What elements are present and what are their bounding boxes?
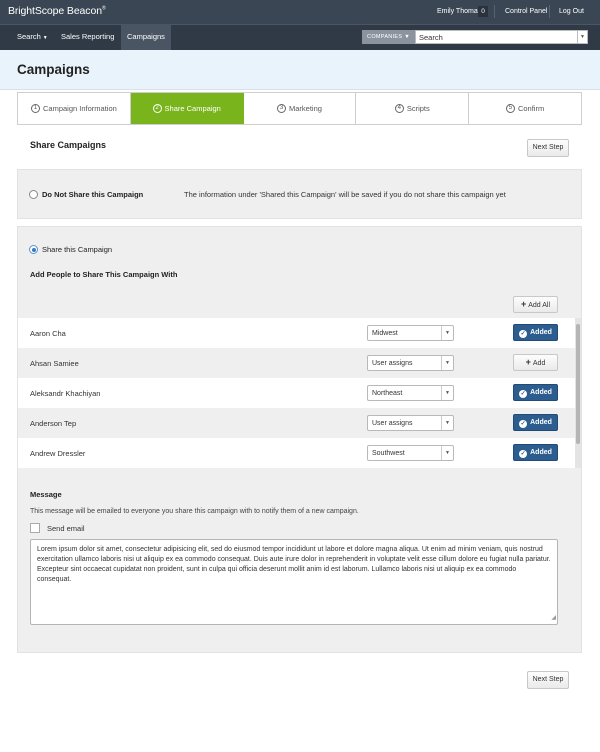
step-share-campaign[interactable]: 2 Share Campaign — [130, 93, 244, 124]
chevron-down-icon: ▼ — [441, 416, 453, 430]
message-title: Message — [30, 490, 62, 499]
search-box: ▼ — [415, 30, 588, 44]
page-header: Campaigns — [0, 50, 600, 90]
check-icon: ✓ — [519, 330, 528, 338]
message-description: This message will be emailed to everyone… — [30, 508, 359, 515]
control-panel-link[interactable]: Control Panel — [505, 8, 547, 15]
region-select[interactable]: Midwest ▼ — [367, 325, 454, 341]
people-list: Aaron Cha Midwest ▼ ✓ Added Ahsan Samiee U… — [18, 318, 575, 468]
search-input[interactable] — [419, 31, 574, 43]
send-email-label: Send email — [47, 524, 85, 533]
chevron-down-icon: ▼ — [441, 446, 453, 460]
log-out-link[interactable]: Log Out — [559, 8, 584, 15]
next-step-button[interactable]: Next Step — [527, 671, 569, 689]
nav-search[interactable]: Search ▼ — [11, 25, 54, 50]
step-number: 1 — [31, 104, 40, 113]
person-name: Aleksandr Khachiyan — [30, 389, 101, 398]
page-title: Campaigns — [17, 62, 90, 77]
step-marketing[interactable]: 3 Marketing — [244, 93, 357, 124]
message-textarea[interactable]: Lorem ipsum dolor sit amet, consectetur … — [30, 539, 558, 625]
add-button[interactable]: + Add — [513, 354, 558, 371]
section-title: Share Campaigns — [30, 140, 107, 150]
resize-handle-icon[interactable]: ◢ — [551, 613, 556, 623]
person-name: Andrew Dressler — [30, 449, 86, 458]
added-button[interactable]: ✓ Added — [513, 414, 558, 431]
list-item: Anderson Tep User assigns ▼ ✓ Added — [18, 408, 575, 438]
step-label: Confirm — [517, 104, 545, 113]
message-body: Lorem ipsum dolor sit amet, consectetur … — [37, 546, 551, 583]
divider — [494, 5, 495, 18]
check-icon: ✓ — [519, 390, 528, 398]
nav-bar: Search ▼ Sales Reporting Campaigns COMPAN… — [0, 24, 600, 50]
check-icon: ✓ — [519, 450, 528, 458]
notification-badge[interactable]: 0 — [478, 6, 488, 17]
list-item: Aaron Cha Midwest ▼ ✓ Added — [18, 318, 575, 348]
step-number: 2 — [152, 104, 162, 113]
divider — [549, 5, 550, 18]
user-name[interactable]: Emily Thomas — [437, 8, 481, 15]
region-select[interactable]: Southwest ▼ — [367, 445, 454, 461]
do-not-share-label: Do Not Share this Campaign — [42, 190, 144, 199]
scrollbar[interactable] — [575, 318, 581, 468]
region-select[interactable]: User assigns ▼ — [367, 415, 454, 431]
chevron-down-icon: ▼ — [441, 356, 453, 370]
added-button[interactable]: ✓ Added — [513, 444, 558, 461]
step-label: Scripts — [406, 104, 430, 113]
do-not-share-info: The information under 'Shared this Campa… — [184, 190, 506, 199]
step-scripts[interactable]: 4 Scripts — [356, 93, 470, 124]
step-label: Share Campaign — [164, 104, 221, 113]
scroll-thumb[interactable] — [576, 324, 580, 444]
list-item: Aleksandr Khachiyan Northeast ▼ ✓ Added — [18, 378, 575, 408]
list-item: Ahsan Samiee User assigns ▼ + Add — [18, 348, 575, 378]
company-filter-button[interactable]: COMPANIES ▼ — [362, 30, 415, 44]
region-select[interactable]: User assigns ▼ — [367, 355, 454, 371]
nav-campaigns[interactable]: Campaigns — [121, 25, 171, 50]
region-select[interactable]: Northeast ▼ — [367, 385, 454, 401]
chevron-down-icon: ▼ — [441, 386, 453, 400]
top-bar: BrightScope Beacon® Emily Thomas 0 Contr… — [0, 0, 600, 24]
do-not-share-radio[interactable] — [29, 190, 38, 199]
nav-sales-reporting[interactable]: Sales Reporting — [55, 25, 120, 50]
chevron-down-icon[interactable]: ▼ — [577, 31, 587, 43]
person-name: Anderson Tep — [30, 419, 77, 428]
share-radio[interactable] — [29, 245, 38, 254]
share-label: Share this Campaign — [42, 245, 113, 254]
added-button[interactable]: ✓ Added — [513, 384, 558, 401]
step-number: 4 — [394, 104, 404, 113]
step-campaign-information[interactable]: 1 Campaign Information — [18, 93, 131, 124]
plus-icon: + — [525, 357, 531, 367]
do-not-share-panel: Do Not Share this Campaign The informati… — [17, 169, 582, 219]
step-number: 5 — [505, 104, 515, 113]
step-label: Campaign Information — [43, 104, 117, 113]
person-name: Ahsan Samiee — [30, 359, 79, 368]
add-people-heading: Add People to Share This Campaign With — [30, 270, 178, 279]
step-label: Marketing — [289, 104, 322, 113]
added-button[interactable]: ✓ Added — [513, 324, 558, 341]
plus-icon: + — [520, 299, 527, 309]
list-item: Andrew Dressler Southwest ▼ ✓ Added — [18, 438, 575, 468]
person-name: Aaron Cha — [30, 329, 66, 338]
step-number: 3 — [277, 104, 287, 113]
chevron-down-icon: ▼ — [441, 326, 453, 340]
check-icon: ✓ — [519, 420, 528, 428]
chevron-down-icon: ▼ — [42, 35, 48, 41]
step-tabs: 1 Campaign Information 2 Share Campaign 3M… — [17, 92, 582, 125]
step-confirm[interactable]: 5 Confirm — [469, 93, 581, 124]
next-step-button[interactable]: Next Step — [527, 139, 569, 157]
send-email-checkbox[interactable] — [30, 523, 40, 533]
add-all-button[interactable]: + Add All — [513, 296, 558, 313]
chevron-down-icon: ▼ — [404, 34, 410, 40]
logo[interactable]: BrightScope Beacon® — [8, 5, 106, 17]
share-panel: Share this Campaign Add People to Share … — [17, 226, 582, 653]
